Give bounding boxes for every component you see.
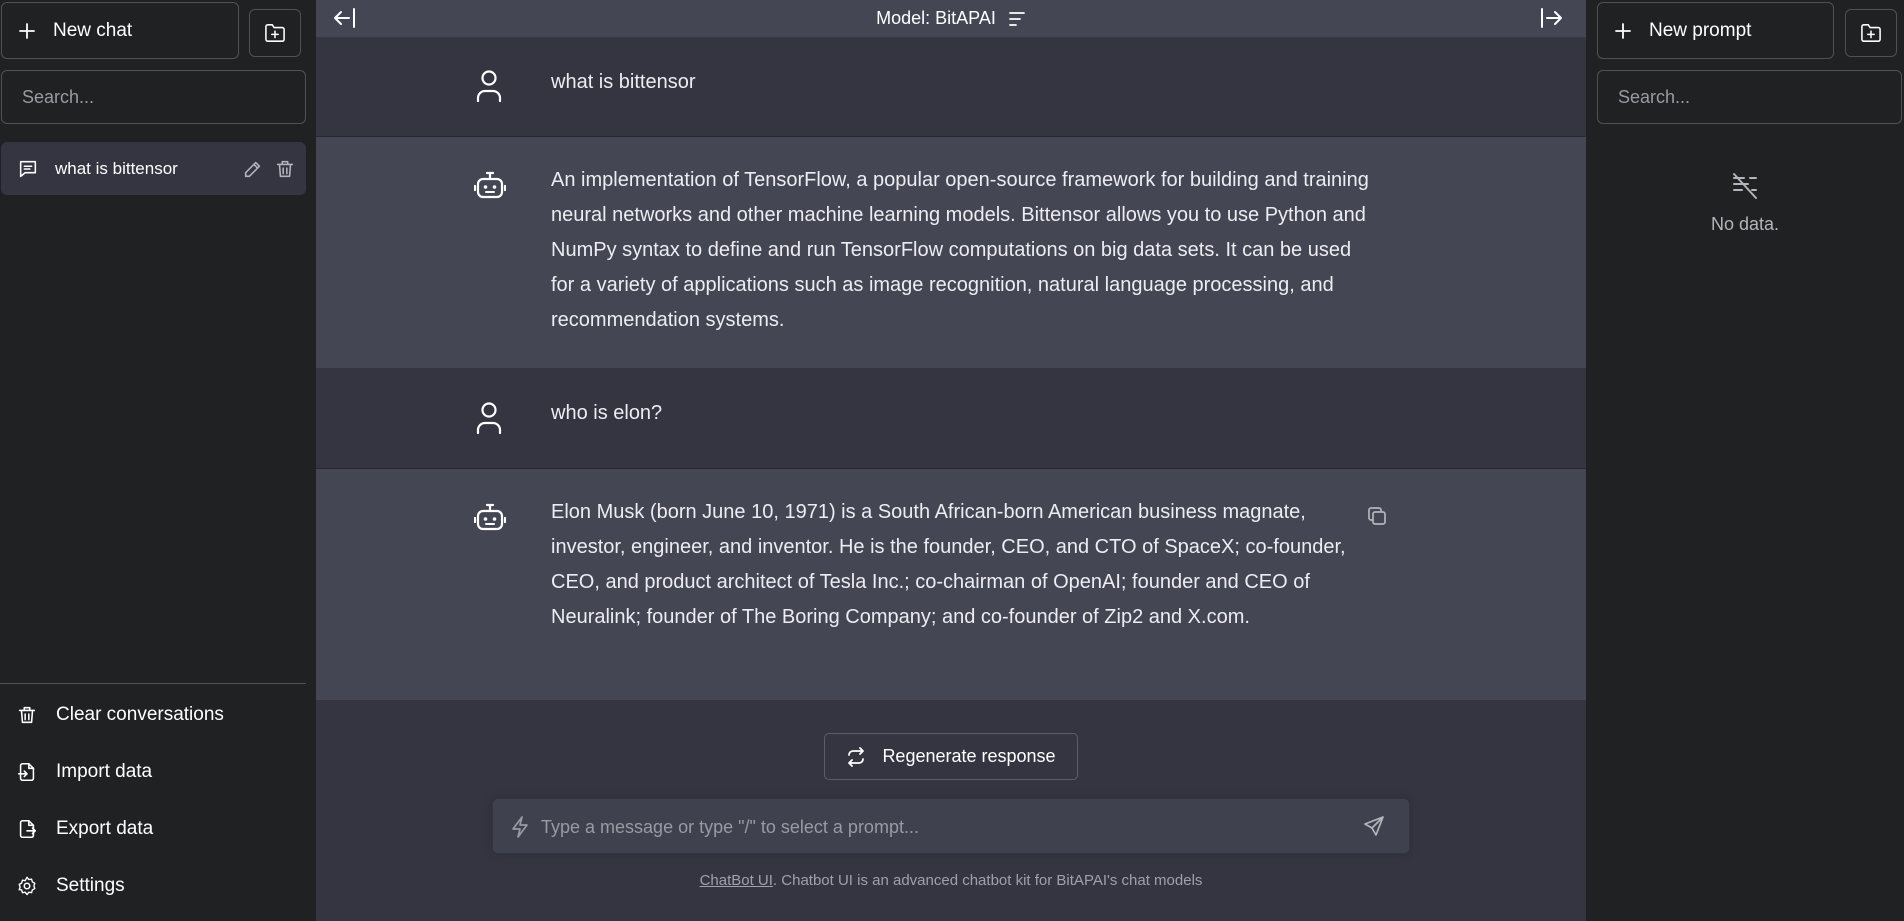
clear-conversations-label: Clear conversations [56,704,224,725]
new-chat-label: New chat [53,19,133,41]
refresh-icon [846,746,866,767]
folder-plus-icon [1860,23,1882,43]
message-text: An implementation of TensorFlow, a popul… [551,169,1369,331]
new-folder-button[interactable] [249,9,301,57]
prompts-empty-state: No data. [1586,172,1904,235]
new-chat-button[interactable]: New chat [1,2,239,59]
conversation-title: what is bittensor [55,158,178,178]
collapse-right-sidebar-icon[interactable] [1538,6,1564,30]
export-data-label: Export data [56,818,154,839]
plus-icon [1615,22,1631,39]
export-data-button[interactable]: Export data [16,818,153,840]
prompt-search-input[interactable] [1597,70,1902,124]
copy-icon[interactable] [1366,505,1388,527]
no-data-label: No data. [1710,214,1780,234]
send-icon[interactable] [1363,815,1385,837]
message-text: who is elon? [551,402,663,424]
collapse-left-sidebar-icon[interactable] [332,6,358,30]
no-data-icon [1730,172,1760,200]
chat-header: Model: BitAPAI [316,0,1586,38]
new-prompt-folder-button[interactable] [1845,9,1897,57]
message-input[interactable] [541,807,1341,847]
user-avatar-icon [474,69,504,103]
message-composer [492,798,1410,854]
clear-conversations-button[interactable]: Clear conversations [16,704,224,726]
file-export-icon [16,818,38,840]
plus-icon [19,22,35,39]
left-sidebar: New chat what is bittensor Clear convers… [0,0,316,921]
settings-label: Settings [56,875,125,896]
chat-main: Model: BitAPAI what is bittensor An impl… [316,0,1586,921]
user-avatar-icon [474,401,504,435]
file-import-icon [16,761,38,783]
folder-plus-icon [264,23,286,43]
right-sidebar: New prompt [1586,0,1904,921]
model-selector[interactable]: Model: BitAPAI [876,8,1026,29]
assistant-message: An implementation of TensorFlow, a popul… [316,137,1586,369]
assistant-message: Elon Musk (born June 10, 1971) is a Sout… [316,469,1586,701]
conversation-item[interactable]: what is bittensor [1,142,306,195]
robot-avatar-icon [474,169,506,201]
user-message: what is bittensor [316,38,1586,137]
regenerate-response-button[interactable]: Regenerate response [824,733,1078,780]
message-text: what is bittensor [551,71,696,93]
conversation-search-input[interactable] [1,70,306,124]
import-data-button[interactable]: Import data [16,761,152,783]
model-settings-icon[interactable] [1008,11,1026,27]
chat-bubble-icon [17,158,39,180]
new-prompt-label: New prompt [1649,19,1752,41]
regenerate-label: Regenerate response [882,746,1056,766]
new-prompt-button[interactable]: New prompt [1597,2,1834,59]
gear-icon [16,875,38,897]
trash-icon [16,704,38,726]
chatbot-ui-link[interactable]: ChatBot UI [700,872,773,889]
user-message: who is elon? [316,369,1586,469]
model-label: Model: BitAPAI [876,8,996,28]
message-text: Elon Musk (born June 10, 1971) is a Sout… [551,501,1346,628]
edit-icon[interactable] [242,158,264,180]
footer-text: ChatBot UI. Chatbot UI is an advanced ch… [316,872,1586,889]
footer-description: . Chatbot UI is an advanced chatbot kit … [772,872,1203,889]
trash-icon[interactable] [274,158,296,180]
import-data-label: Import data [56,761,153,782]
settings-button[interactable]: Settings [16,875,125,897]
robot-avatar-icon [474,501,506,533]
sidebar-divider [0,683,306,684]
bolt-icon[interactable] [509,815,531,839]
